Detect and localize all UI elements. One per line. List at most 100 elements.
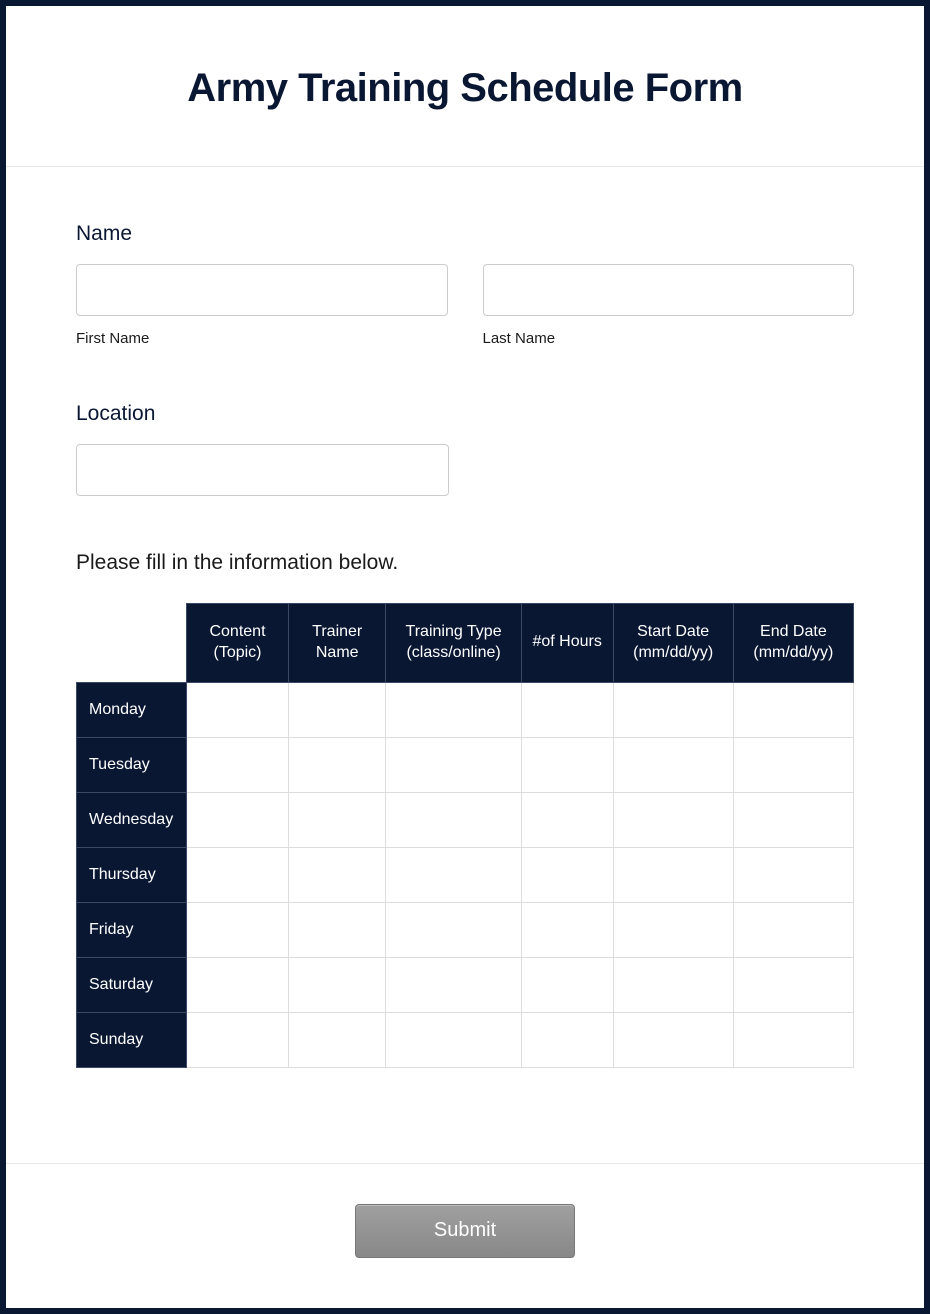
table-row: Saturday [77, 957, 854, 1012]
cell-input[interactable] [388, 960, 518, 1010]
table-row: Monday [77, 682, 854, 737]
table-row: Friday [77, 902, 854, 957]
table-cell [521, 682, 613, 737]
cell-input[interactable] [736, 795, 851, 845]
cell-input[interactable] [524, 1015, 611, 1065]
row-header: Thursday [77, 847, 187, 902]
row-header: Sunday [77, 1012, 187, 1067]
table-cell [613, 1012, 733, 1067]
cell-input[interactable] [291, 960, 383, 1010]
table-cell [613, 682, 733, 737]
col-start: Start Date (mm/dd/yy) [613, 604, 733, 683]
cell-input[interactable] [291, 795, 383, 845]
table-cell [386, 847, 521, 902]
cell-input[interactable] [291, 1015, 383, 1065]
cell-input[interactable] [388, 740, 518, 790]
cell-input[interactable] [524, 685, 611, 735]
cell-input[interactable] [736, 685, 851, 735]
table-cell [733, 682, 853, 737]
last-name-col: Last Name [483, 264, 855, 347]
cell-input[interactable] [616, 850, 731, 900]
table-cell [187, 847, 289, 902]
table-cell [521, 847, 613, 902]
table-cell [733, 737, 853, 792]
table-cell [288, 957, 385, 1012]
row-header: Saturday [77, 957, 187, 1012]
page-title: Army Training Schedule Form [26, 66, 904, 111]
first-name-col: First Name [76, 264, 448, 347]
table-instruction: Please fill in the information below. [76, 551, 854, 575]
cell-input[interactable] [388, 795, 518, 845]
first-name-input[interactable] [76, 264, 448, 316]
table-cell [613, 902, 733, 957]
cell-input[interactable] [189, 905, 286, 955]
table-cell [288, 792, 385, 847]
table-cell [521, 957, 613, 1012]
cell-input[interactable] [524, 850, 611, 900]
cell-input[interactable] [388, 850, 518, 900]
col-hours: #of Hours [521, 604, 613, 683]
table-cell [733, 957, 853, 1012]
table-cell [187, 737, 289, 792]
table-cell [187, 1012, 289, 1067]
form-body: Name First Name Last Name Location Pleas… [6, 167, 924, 1163]
table-cell [613, 957, 733, 1012]
table-cell [613, 737, 733, 792]
cell-input[interactable] [616, 795, 731, 845]
location-field-group: Location [76, 402, 854, 496]
table-row: Sunday [77, 1012, 854, 1067]
first-name-sublabel: First Name [76, 330, 448, 347]
last-name-input[interactable] [483, 264, 855, 316]
cell-input[interactable] [189, 850, 286, 900]
table-cell [386, 902, 521, 957]
table-cell [733, 1012, 853, 1067]
table-row: Thursday [77, 847, 854, 902]
table-cell [613, 847, 733, 902]
col-trainer: Trainer Name [288, 604, 385, 683]
cell-input[interactable] [388, 1015, 518, 1065]
cell-input[interactable] [189, 960, 286, 1010]
table-cell [521, 737, 613, 792]
cell-input[interactable] [616, 960, 731, 1010]
cell-input[interactable] [524, 795, 611, 845]
cell-input[interactable] [291, 905, 383, 955]
table-cell [386, 957, 521, 1012]
table-row: Wednesday [77, 792, 854, 847]
cell-input[interactable] [736, 850, 851, 900]
table-cell [288, 902, 385, 957]
table-cell [521, 1012, 613, 1067]
cell-input[interactable] [616, 905, 731, 955]
cell-input[interactable] [189, 740, 286, 790]
cell-input[interactable] [291, 685, 383, 735]
row-header: Monday [77, 682, 187, 737]
schedule-section: Please fill in the information below. Co… [76, 551, 854, 1068]
col-end: End Date (mm/dd/yy) [733, 604, 853, 683]
table-cell [521, 902, 613, 957]
cell-input[interactable] [189, 685, 286, 735]
cell-input[interactable] [291, 850, 383, 900]
cell-input[interactable] [616, 740, 731, 790]
cell-input[interactable] [388, 685, 518, 735]
cell-input[interactable] [524, 740, 611, 790]
cell-input[interactable] [291, 740, 383, 790]
table-row: Tuesday [77, 737, 854, 792]
cell-input[interactable] [524, 905, 611, 955]
cell-input[interactable] [736, 905, 851, 955]
cell-input[interactable] [524, 960, 611, 1010]
cell-input[interactable] [388, 905, 518, 955]
table-header-row: Content (Topic) Trainer Name Training Ty… [77, 604, 854, 683]
cell-input[interactable] [189, 1015, 286, 1065]
table-cell [386, 792, 521, 847]
cell-input[interactable] [616, 685, 731, 735]
cell-input[interactable] [736, 960, 851, 1010]
cell-input[interactable] [189, 795, 286, 845]
name-label: Name [76, 222, 854, 246]
table-cell [386, 1012, 521, 1067]
table-cell [733, 792, 853, 847]
cell-input[interactable] [736, 740, 851, 790]
location-input[interactable] [76, 444, 449, 496]
cell-input[interactable] [616, 1015, 731, 1065]
cell-input[interactable] [736, 1015, 851, 1065]
table-corner [77, 604, 187, 683]
submit-button[interactable]: Submit [355, 1204, 575, 1258]
